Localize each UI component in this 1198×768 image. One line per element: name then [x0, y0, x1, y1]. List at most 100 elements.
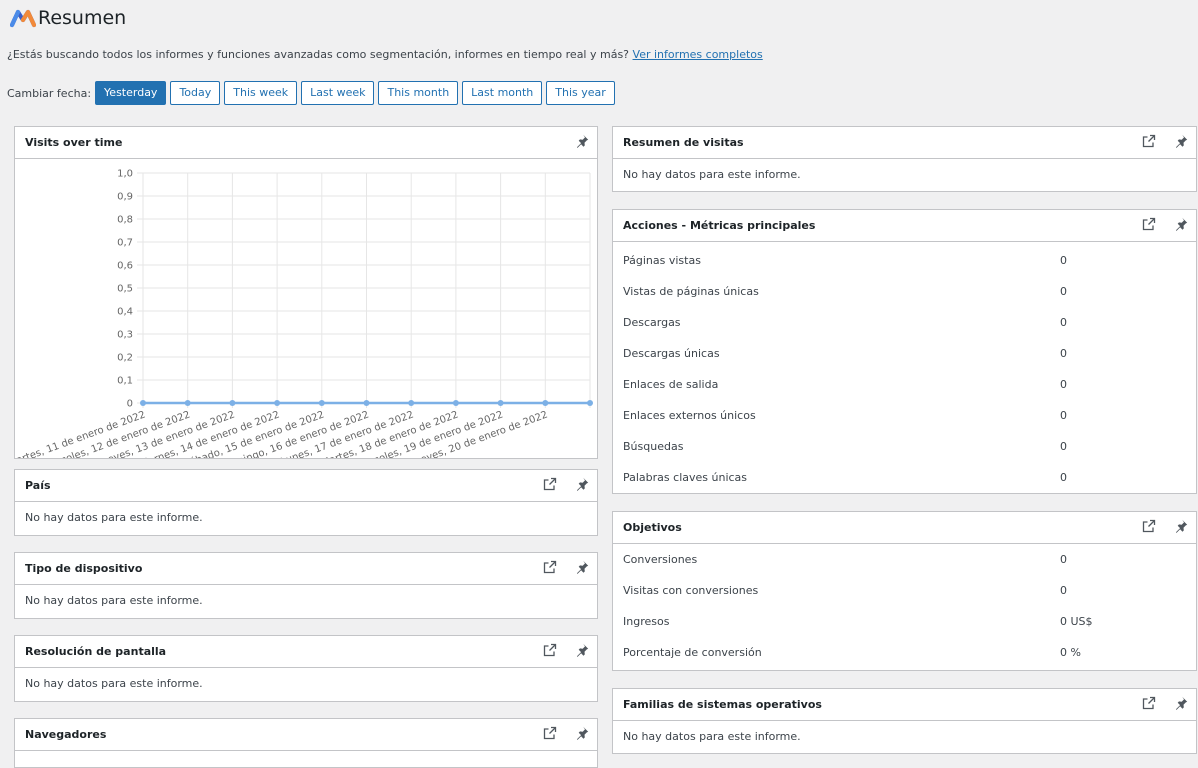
- pin-icon[interactable]: [1174, 217, 1188, 231]
- page-title: Resumen: [38, 7, 127, 29]
- y-tick-label: 0,5: [117, 284, 133, 295]
- widget-header: Tipo de dispositivo: [15, 553, 597, 585]
- y-tick-label: 0: [127, 399, 133, 410]
- y-tick-label: 1,0: [117, 169, 133, 180]
- date-this-month-button[interactable]: This month: [378, 81, 459, 105]
- metric-value: 0: [1060, 378, 1067, 391]
- metric-label: Porcentaje de conversión: [623, 646, 762, 659]
- date-label: Cambiar fecha:: [7, 86, 92, 100]
- widget-title: Acciones - Métricas principales: [623, 219, 816, 232]
- metric-row: Páginas vistas 0: [613, 245, 1196, 276]
- no-data-message: No hay datos para este informe.: [623, 729, 801, 743]
- data-point: [452, 400, 459, 406]
- data-point: [497, 400, 504, 406]
- widget-resumen-visitas: Resumen de visitas No hay datos para est…: [612, 126, 1197, 192]
- data-point: [542, 400, 549, 406]
- date-today-button[interactable]: Today: [170, 81, 221, 105]
- metric-value: 0 US$: [1060, 615, 1093, 628]
- widget-title: Familias de sistemas operativos: [623, 698, 822, 711]
- metric-label: Visitas con conversiones: [623, 584, 759, 597]
- widget-header: Navegadores: [15, 719, 597, 751]
- date-this-year-button[interactable]: This year: [546, 81, 615, 105]
- widget-pais: País No hay datos para este informe.: [14, 469, 598, 536]
- external-link-icon[interactable]: [1142, 519, 1156, 533]
- full-reports-link[interactable]: Ver informes completos: [633, 48, 763, 61]
- pin-icon[interactable]: [575, 134, 589, 148]
- pin-icon[interactable]: [575, 477, 589, 491]
- metric-label: Enlaces externos únicos: [623, 409, 756, 422]
- widget-header: Resumen de visitas: [613, 127, 1196, 159]
- widget-visits-over-time: Visits over time 0 0,1 0,2 0,3 0,4 0,5 0,6 0,7 0…: [14, 126, 598, 459]
- external-link-icon[interactable]: [543, 560, 557, 574]
- data-point: [140, 400, 146, 406]
- widget-navegadores: Navegadores: [14, 718, 598, 768]
- date-last-week-button[interactable]: Last week: [301, 81, 375, 105]
- no-data-message: No hay datos para este informe.: [25, 593, 203, 607]
- y-tick-label: 0,1: [117, 376, 133, 387]
- data-point: [587, 400, 593, 406]
- metric-row: Descargas 0: [613, 307, 1196, 338]
- metric-label: Enlaces de salida: [623, 378, 719, 391]
- widget-resolucion-pantalla: Resolución de pantalla No hay datos para…: [14, 635, 598, 702]
- metric-value: 0: [1060, 254, 1067, 267]
- pin-icon[interactable]: [575, 643, 589, 657]
- metric-value: 0: [1060, 553, 1067, 566]
- external-link-icon[interactable]: [1142, 696, 1156, 710]
- widget-title: País: [25, 479, 51, 492]
- widget-title: Navegadores: [25, 728, 107, 741]
- y-tick-label: 0,8: [117, 215, 133, 226]
- widget-header: Resolución de pantalla: [15, 636, 597, 668]
- external-link-icon[interactable]: [543, 643, 557, 657]
- date-last-month-button[interactable]: Last month: [462, 81, 543, 105]
- data-point: [318, 400, 325, 406]
- y-tick-label: 0,2: [117, 353, 133, 364]
- data-point: [274, 400, 281, 406]
- widget-header: Objetivos: [613, 512, 1196, 544]
- visits-line-chart: 00,10,20,30,40,50,60,70,80,91,0Martes, 1…: [15, 169, 593, 458]
- metric-value: 0: [1060, 285, 1067, 298]
- no-data-message: No hay datos para este informe.: [25, 676, 203, 690]
- pin-icon[interactable]: [1174, 519, 1188, 533]
- metric-value: 0: [1060, 440, 1067, 453]
- metric-label: Palabras claves únicas: [623, 471, 748, 484]
- pin-icon[interactable]: [575, 560, 589, 574]
- pin-icon[interactable]: [575, 726, 589, 740]
- pin-icon[interactable]: [1174, 696, 1188, 710]
- page-header: Resumen: [10, 4, 126, 32]
- pin-icon[interactable]: [1174, 134, 1188, 148]
- date-this-week-button[interactable]: This week: [224, 81, 298, 105]
- external-link-icon[interactable]: [1142, 217, 1156, 231]
- y-tick-label: 0,9: [117, 192, 133, 203]
- metric-label: Vistas de páginas únicas: [623, 285, 759, 298]
- metric-row: Conversiones 0: [613, 544, 1196, 575]
- metric-row: Visitas con conversiones 0: [613, 575, 1196, 606]
- no-data-message: No hay datos para este informe.: [623, 167, 801, 181]
- widget-title: Visits over time: [25, 136, 123, 149]
- external-link-icon[interactable]: [1142, 134, 1156, 148]
- external-link-icon[interactable]: [543, 726, 557, 740]
- widget-title: Resolución de pantalla: [25, 645, 167, 658]
- widget-header: Acciones - Métricas principales: [613, 210, 1196, 242]
- no-data-message: No hay datos para este informe.: [25, 510, 203, 524]
- y-tick-label: 0,7: [117, 238, 133, 249]
- monsterinsights-logo-icon: [10, 9, 36, 28]
- metric-label: Conversiones: [623, 553, 698, 566]
- data-point: [408, 400, 415, 406]
- promo-message: ¿Estás buscando todos los informes y fun…: [7, 48, 763, 61]
- promo-text: ¿Estás buscando todos los informes y fun…: [7, 48, 630, 61]
- metric-value: 0: [1060, 316, 1067, 329]
- widget-header: Familias de sistemas operativos: [613, 689, 1196, 721]
- metric-value: 0 %: [1060, 646, 1081, 659]
- y-tick-label: 0,6: [117, 261, 133, 272]
- y-tick-label: 0,4: [117, 307, 133, 318]
- metric-row: Búsquedas 0: [613, 431, 1196, 462]
- date-yesterday-button[interactable]: Yesterday: [95, 81, 167, 105]
- widget-acciones: Acciones - Métricas principales Páginas …: [612, 209, 1197, 494]
- metric-value: 0: [1060, 409, 1067, 422]
- date-selector: Cambiar fecha: Yesterday Today This week…: [7, 81, 619, 105]
- metric-label: Ingresos: [623, 615, 670, 628]
- metric-label: Descargas únicas: [623, 347, 720, 360]
- widget-header: País: [15, 470, 597, 502]
- metric-row: Descargas únicas 0: [613, 338, 1196, 369]
- external-link-icon[interactable]: [543, 477, 557, 491]
